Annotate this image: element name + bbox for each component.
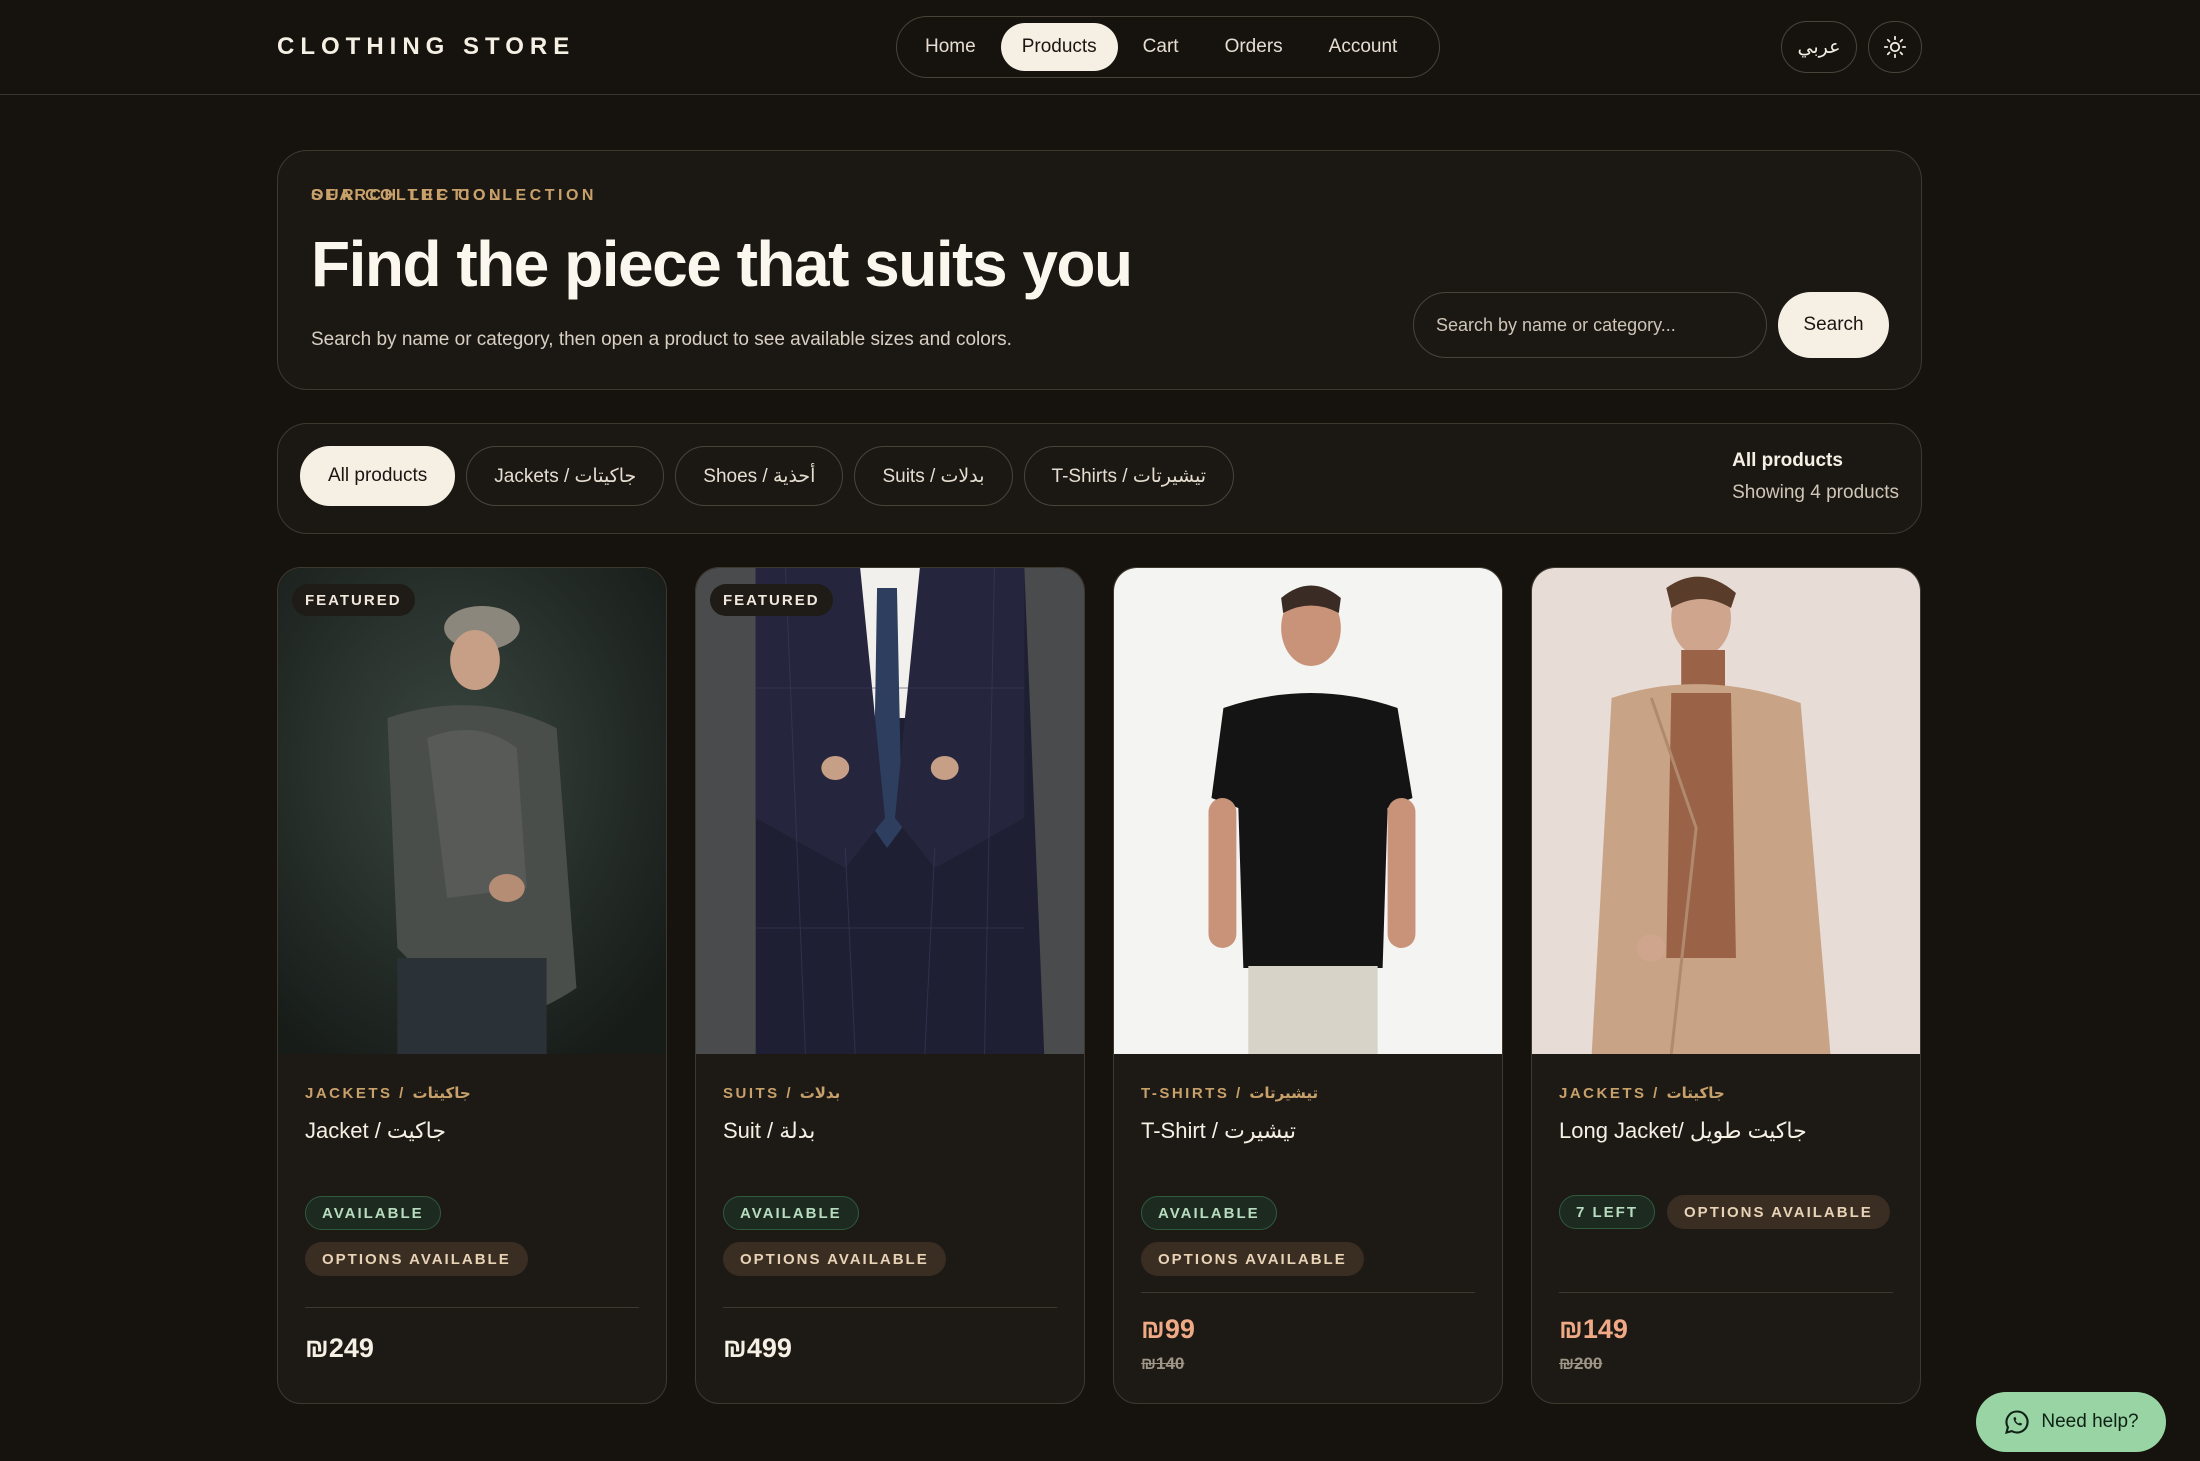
- availability-badge: AVAILABLE: [305, 1196, 441, 1230]
- whatsapp-icon: [2005, 1410, 2029, 1434]
- search-input[interactable]: [1413, 292, 1767, 358]
- options-badge: OPTIONS AVAILABLE: [1141, 1242, 1364, 1276]
- filter-chip-all[interactable]: All products: [300, 446, 456, 506]
- product-category: JACKETS / جاكيتات: [1559, 1085, 1725, 1102]
- product-name[interactable]: Suit / بدلة: [723, 1118, 815, 1144]
- need-help-label: Need help?: [2041, 1411, 2139, 1432]
- featured-badge: FEATURED: [292, 584, 415, 616]
- nav-orders[interactable]: Orders: [1204, 23, 1304, 71]
- product-tags: AVAILABLE OPTIONS AVAILABLE: [1141, 1196, 1481, 1276]
- product-count: Showing 4 products: [1732, 482, 1899, 503]
- main-nav: Home Products Cart Orders Account: [896, 16, 1440, 78]
- filter-chip-shoes[interactable]: Shoes / أحذية: [675, 446, 844, 506]
- product-name[interactable]: Long Jacket/ جاكيت طويل: [1559, 1118, 1807, 1144]
- product-price: ₪249: [305, 1333, 374, 1363]
- language-toggle-button[interactable]: عربي: [1781, 21, 1857, 73]
- need-help-button[interactable]: Need help?: [1976, 1392, 2166, 1452]
- category-filter-bar: All products Jackets / جاكيتات Shoes / أ…: [277, 423, 1922, 534]
- filter-status: All products Showing 4 products: [1732, 450, 1899, 504]
- featured-badge: FEATURED: [710, 584, 833, 616]
- nav-cart[interactable]: Cart: [1122, 23, 1200, 71]
- filter-chip-tshirts[interactable]: T-Shirts / تيشيرتات: [1023, 446, 1234, 506]
- page-title: Find the piece that suits you: [311, 228, 1133, 300]
- options-badge: OPTIONS AVAILABLE: [1667, 1195, 1890, 1229]
- nav-home[interactable]: Home: [904, 23, 997, 71]
- product-image[interactable]: [1532, 568, 1920, 1054]
- stock-badge: 7 LEFT: [1559, 1195, 1656, 1229]
- product-tags: 7 LEFT OPTIONS AVAILABLE: [1559, 1195, 1899, 1229]
- product-price: ₪499: [723, 1333, 792, 1363]
- hero-subtitle: Search by name or category, then open a …: [311, 329, 1012, 350]
- product-card[interactable]: FEATURED SUITS / بدلات Suit / بدلة AVAIL…: [695, 567, 1085, 1404]
- availability-badge: AVAILABLE: [1141, 1196, 1277, 1230]
- search-button[interactable]: Search: [1778, 292, 1889, 358]
- nav-account[interactable]: Account: [1308, 23, 1419, 71]
- product-card[interactable]: JACKETS / جاكيتات Long Jacket/ جاكيت طوي…: [1531, 567, 1921, 1404]
- product-image[interactable]: FEATURED: [696, 568, 1084, 1054]
- product-old-price: ₪200: [1559, 1354, 1603, 1373]
- product-image[interactable]: [1114, 568, 1502, 1054]
- product-price: ₪99: [1141, 1314, 1195, 1344]
- sun-icon: [1883, 35, 1907, 59]
- product-card[interactable]: T-SHIRTS / تيشيرتات T-Shirt / تيشيرت AVA…: [1113, 567, 1503, 1404]
- filter-status-title: All products: [1732, 450, 1843, 471]
- nav-products[interactable]: Products: [1000, 23, 1118, 71]
- product-card[interactable]: FEATURED JACKETS / جاكيتات Jacket / جاكي…: [277, 567, 667, 1404]
- top-bar: CLOTHING STORE Home Products Cart Orders…: [0, 0, 2200, 95]
- options-badge: OPTIONS AVAILABLE: [723, 1242, 946, 1276]
- category-chips: All products Jackets / جاكيتات Shoes / أ…: [300, 446, 1234, 506]
- theme-toggle-button[interactable]: [1868, 21, 1922, 73]
- search-label: SEARCH THE COLLECTION: [311, 187, 597, 204]
- product-tags: AVAILABLE OPTIONS AVAILABLE: [305, 1196, 645, 1276]
- filter-chip-jackets[interactable]: Jackets / جاكيتات: [466, 446, 665, 506]
- card-divider: [1559, 1292, 1893, 1293]
- product-old-price: ₪140: [1141, 1354, 1185, 1373]
- filter-chip-suits[interactable]: Suits / بدلات: [854, 446, 1013, 506]
- card-divider: [1141, 1292, 1475, 1293]
- product-category: T-SHIRTS / تيشيرتات: [1141, 1085, 1319, 1102]
- product-name[interactable]: Jacket / جاكيت: [305, 1118, 446, 1144]
- card-divider: [305, 1307, 639, 1308]
- hero-panel: OUR COLLECTION Find the piece that suits…: [277, 150, 1922, 390]
- product-image[interactable]: FEATURED: [278, 568, 666, 1054]
- brand-logo[interactable]: CLOTHING STORE: [277, 33, 575, 61]
- product-price: ₪149: [1559, 1314, 1628, 1344]
- product-category: SUITS / بدلات: [723, 1085, 841, 1102]
- availability-badge: AVAILABLE: [723, 1196, 859, 1230]
- product-name[interactable]: T-Shirt / تيشيرت: [1141, 1118, 1296, 1144]
- card-divider: [723, 1307, 1057, 1308]
- product-category: JACKETS / جاكيتات: [305, 1085, 471, 1102]
- options-badge: OPTIONS AVAILABLE: [305, 1242, 528, 1276]
- product-tags: AVAILABLE OPTIONS AVAILABLE: [723, 1196, 1063, 1276]
